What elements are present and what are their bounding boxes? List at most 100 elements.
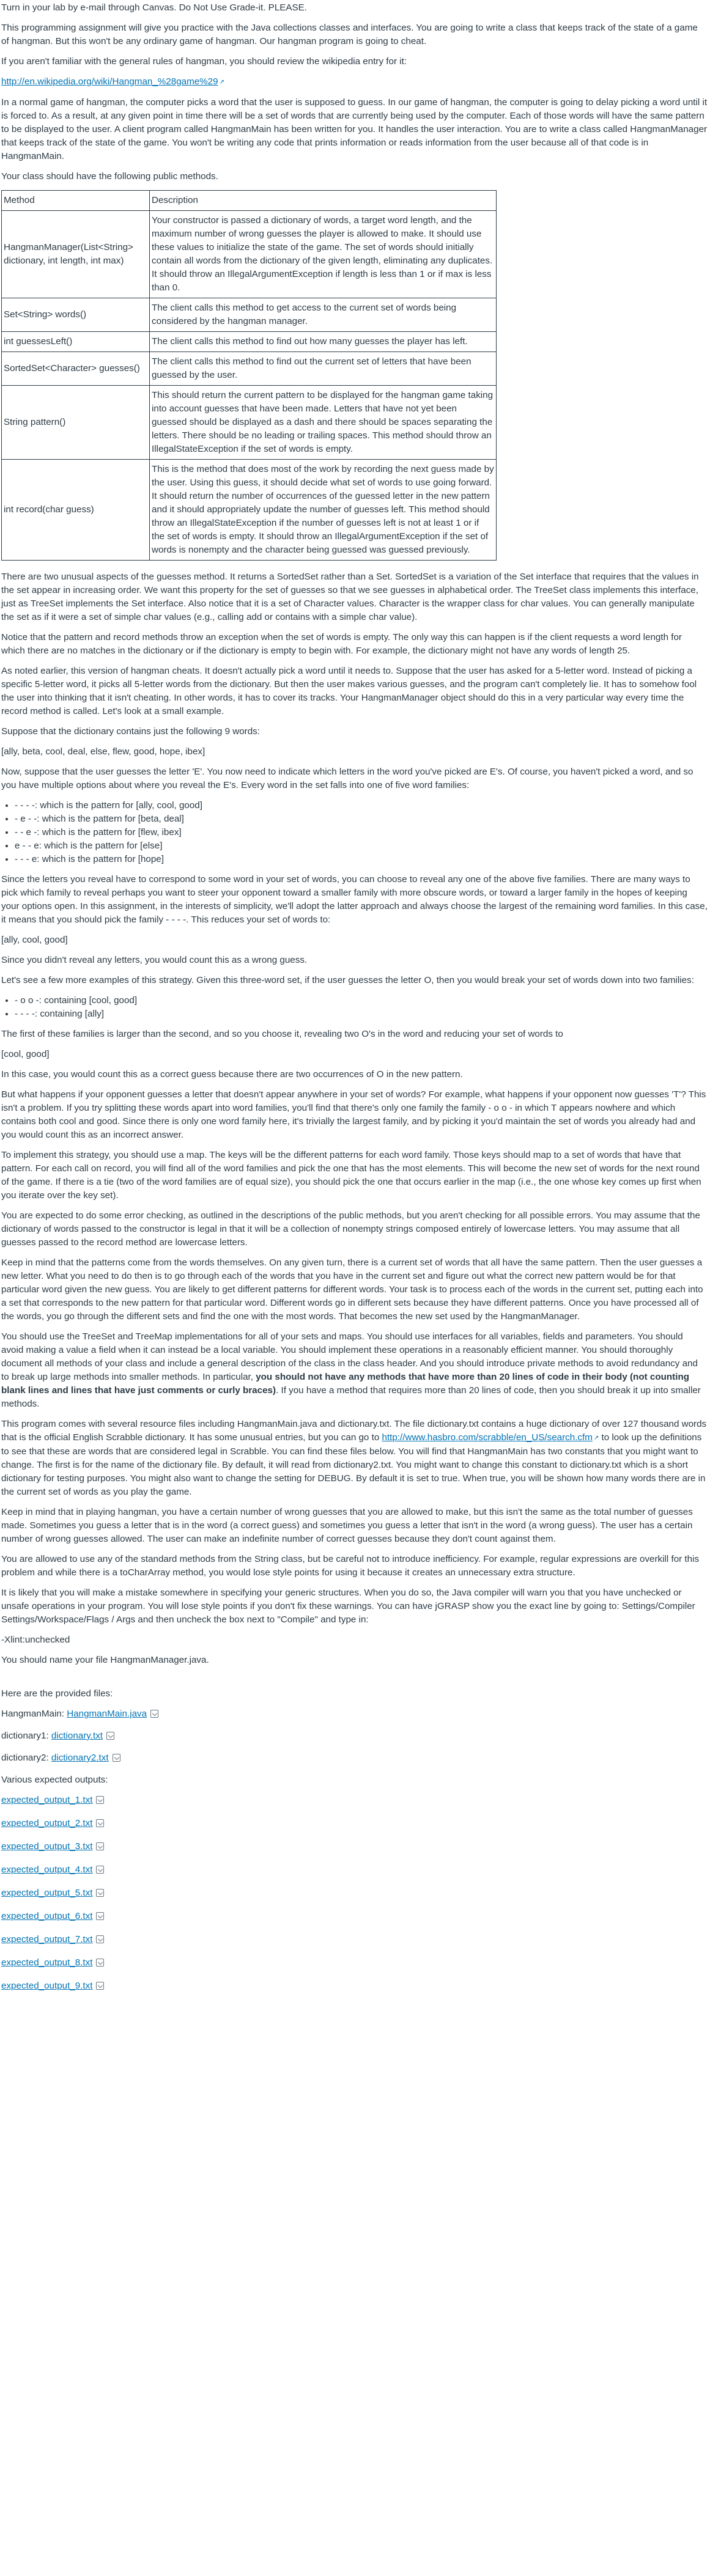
download-icon[interactable] [96, 1982, 105, 1990]
resource-files-paragraph: This program comes with several resource… [1, 1418, 708, 1499]
description-cell: The client calls this method to find out… [149, 331, 497, 352]
sortedset-paragraph: There are two unusual aspects of the gue… [1, 572, 699, 622]
provided-file-item: HangmanMain: HangmanMain.java [1, 1707, 708, 1721]
patterns-paragraph: Keep in mind that the patterns come from… [1, 1257, 703, 1322]
provided-file-label: HangmanMain: [1, 1709, 67, 1719]
download-icon[interactable] [96, 1842, 105, 1850]
description-cell: The client calls this method to get acce… [149, 298, 497, 332]
expected-output-link[interactable]: expected_output_8.txt [1, 1957, 92, 1968]
external-link-icon: ↗ [593, 1435, 599, 1441]
download-icon[interactable] [150, 1710, 159, 1718]
download-icon[interactable] [112, 1754, 120, 1762]
provided-file-item: dictionary2: dictionary2.txt [1, 1751, 708, 1765]
download-icon[interactable] [96, 1866, 105, 1874]
table-header-description: Description [149, 190, 497, 211]
provided-file-item: dictionary1: dictionary.txt [1, 1729, 708, 1743]
exception-paragraph: Notice that the pattern and record metho… [1, 632, 682, 656]
output-file-item: expected_output_2.txt [1, 1817, 708, 1830]
expected-output-link[interactable]: expected_output_3.txt [1, 1841, 92, 1852]
list-item: - - - -: which is the pattern for [ally,… [15, 799, 708, 812]
method-cell: Set<String> words() [1, 298, 150, 332]
provided-files-heading: Here are the provided files: [1, 1688, 113, 1699]
output-file-item: expected_output_5.txt [1, 1886, 708, 1900]
output-file-item: expected_output_8.txt [1, 1956, 708, 1970]
xlint-flag: -Xlint:unchecked [1, 1635, 70, 1645]
choose-family-paragraph: Since the letters you reveal have to cor… [1, 874, 708, 925]
download-icon[interactable] [106, 1732, 115, 1740]
dictionary1-link[interactable]: dictionary.txt [51, 1731, 103, 1741]
wiki-note: If you aren't familiar with the general … [1, 56, 407, 67]
provided-file-label: dictionary2: [1, 1753, 51, 1763]
assignment-page: Turn in your lab by e-mail through Canva… [0, 0, 708, 2009]
list-item: - - - e: which is the pattern for [hope] [15, 853, 708, 866]
file-name-note: You should name your file HangmanManager… [1, 1655, 209, 1665]
provided-files-list: HangmanMain: HangmanMain.java dictionary… [1, 1707, 708, 1765]
table-row: String pattern() This should return the … [1, 385, 497, 460]
table-header-row: Method Description [1, 190, 497, 211]
wiki-link-line: http://en.wikipedia.org/wiki/Hangman_%28… [1, 75, 708, 89]
table-row: int guessesLeft() The client calls this … [1, 331, 497, 352]
download-icon[interactable] [96, 1935, 105, 1943]
word-families-e-list: - - - -: which is the pattern for [ally,… [1, 799, 708, 866]
method-cell: SortedSet<Character> guesses() [1, 351, 150, 386]
dictionary-example-intro: Suppose that the dictionary contains jus… [1, 726, 260, 737]
external-link-icon: ↗ [219, 79, 224, 86]
expected-output-link[interactable]: expected_output_2.txt [1, 1818, 92, 1828]
correct-guess-note: In this case, you would count this as a … [1, 1069, 463, 1080]
output-file-item: expected_output_4.txt [1, 1863, 708, 1877]
download-icon[interactable] [96, 1796, 105, 1804]
table-header-method: Method [1, 190, 150, 211]
expected-output-link[interactable]: expected_output_1.txt [1, 1795, 92, 1805]
output-file-item: expected_output_6.txt [1, 1910, 708, 1923]
intro-paragraph: This programming assignment will give yo… [1, 23, 698, 46]
normal-hangman-paragraph: In a normal game of hangman, the compute… [1, 97, 708, 161]
dictionary2-link[interactable]: dictionary2.txt [51, 1753, 109, 1763]
larger-family-paragraph: The first of these families is larger th… [1, 1029, 563, 1039]
expected-output-link[interactable]: expected_output_7.txt [1, 1934, 92, 1945]
scrabble-link[interactable]: http://www.hasbro.com/scrabble/en_US/sea… [382, 1432, 593, 1443]
expected-output-link[interactable]: expected_output_5.txt [1, 1888, 92, 1898]
output-file-item: expected_output_7.txt [1, 1933, 708, 1946]
output-file-item: expected_output_3.txt [1, 1840, 708, 1853]
hangmanmain-link[interactable]: HangmanMain.java [67, 1709, 147, 1719]
method-cell: int guessesLeft() [1, 331, 150, 352]
cheating-paragraph: As noted earlier, this version of hangma… [1, 666, 697, 716]
download-icon[interactable] [96, 1819, 105, 1827]
list-item: - - e -: which is the pattern for [flew,… [15, 826, 708, 839]
output-file-item: expected_output_9.txt [1, 1979, 708, 1993]
table-row: HangmanManager(List<String> dictionary, … [1, 210, 497, 298]
guess-o-paragraph: Let's see a few more examples of this st… [1, 975, 694, 985]
methods-table: Method Description HangmanManager(List<S… [1, 190, 497, 561]
turn-in-note: Turn in your lab by e-mail through Canva… [1, 2, 308, 13]
string-methods-paragraph: You are allowed to use any of the standa… [1, 1554, 700, 1578]
list-item: e - - e: which is the pattern for [else] [15, 839, 708, 853]
error-checking-paragraph: You are expected to do some error checki… [1, 1210, 700, 1248]
list-item: - e - -: which is the pattern for [beta,… [15, 812, 708, 826]
table-row: Set<String> words() The client calls thi… [1, 298, 497, 332]
method-cell: int record(char guess) [1, 459, 150, 561]
description-cell: This should return the current pattern t… [149, 385, 497, 460]
guesses-note-paragraph: Keep in mind that in playing hangman, yo… [1, 1507, 693, 1544]
reduced-set-1: [ally, cool, good] [1, 935, 68, 945]
expected-outputs-heading: Various expected outputs: [1, 1775, 108, 1785]
wrong-guess-note: Since you didn't reveal any letters, you… [1, 955, 308, 965]
table-row: int record(char guess) This is the metho… [1, 459, 497, 561]
expected-output-link[interactable]: expected_output_4.txt [1, 1864, 92, 1875]
wikipedia-link[interactable]: http://en.wikipedia.org/wiki/Hangman_%28… [1, 76, 218, 87]
download-icon[interactable] [96, 1959, 105, 1967]
list-item: - - - -: containing [ally] [15, 1007, 708, 1021]
download-icon[interactable] [96, 1889, 105, 1897]
map-strategy-paragraph: To implement this strategy, you should u… [1, 1150, 701, 1201]
generics-warning-paragraph: It is likely that you will make a mistak… [1, 1588, 695, 1625]
expected-outputs-list: expected_output_1.txt expected_output_2.… [1, 1794, 708, 1993]
download-icon[interactable] [96, 1912, 105, 1920]
expected-output-link[interactable]: expected_output_9.txt [1, 1981, 92, 1991]
expected-output-link[interactable]: expected_output_6.txt [1, 1911, 92, 1921]
reduced-set-2: [cool, good] [1, 1049, 50, 1059]
style-requirements-paragraph: You should use the TreeSet and TreeMap i… [1, 1330, 708, 1411]
description-cell: The client calls this method to find out… [149, 351, 497, 386]
method-cell: String pattern() [1, 385, 150, 460]
method-cell: HangmanManager(List<String> dictionary, … [1, 210, 150, 298]
provided-file-label: dictionary1: [1, 1731, 51, 1741]
description-cell: Your constructor is passed a dictionary … [149, 210, 497, 298]
